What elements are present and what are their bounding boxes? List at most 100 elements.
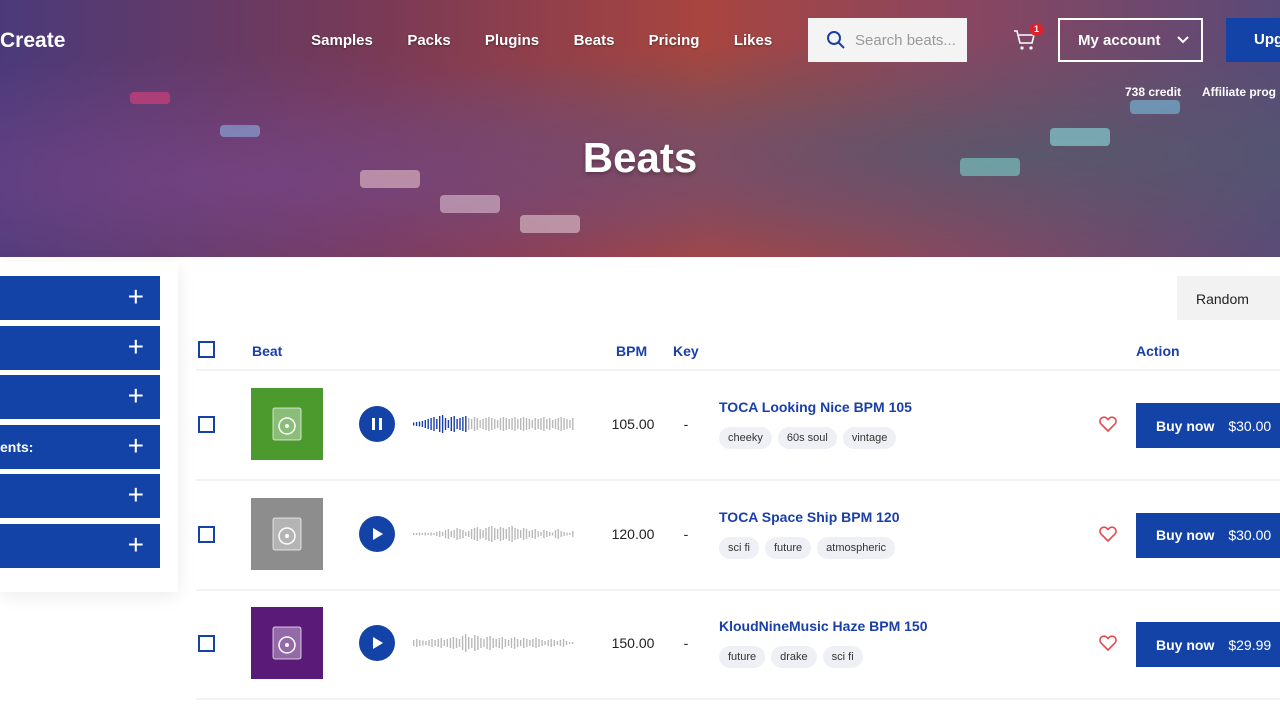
tag[interactable]: atmospheric (817, 536, 896, 559)
search-input[interactable]: Search beats... (808, 18, 967, 62)
price: $30.00 (1228, 527, 1272, 543)
waveform-bar (433, 532, 435, 535)
heart-icon[interactable] (1099, 635, 1117, 651)
select-all-checkbox[interactable] (198, 341, 215, 358)
nav-packs[interactable]: Packs (407, 32, 450, 49)
logo[interactable]: Create (0, 29, 65, 53)
nav-samples[interactable]: Samples (311, 32, 373, 49)
waveform-bar (474, 635, 476, 651)
waveform-bar (453, 416, 455, 432)
waveform-bar (422, 640, 424, 646)
tag[interactable]: future (765, 536, 812, 559)
waveform-bar (425, 641, 427, 645)
waveform[interactable] (413, 414, 575, 434)
tag[interactable]: 60s soul (777, 427, 837, 449)
credit-link[interactable]: 738 credit (1125, 85, 1181, 99)
tag[interactable]: future (719, 646, 766, 668)
waveform-bar (535, 638, 537, 648)
waveform-bar (494, 527, 496, 540)
tag[interactable]: drake (771, 646, 817, 668)
waveform-bar (557, 418, 559, 430)
tag[interactable]: cheeky (719, 427, 772, 449)
filter-accordion-1[interactable]: + (0, 326, 160, 370)
filter-accordion-5[interactable]: + (0, 524, 160, 568)
waveform-bar (502, 527, 505, 540)
waveform-bar (434, 640, 436, 646)
waveform-bar (517, 419, 519, 429)
beat-title[interactable]: KloudNineMusic Haze BPM 150 (719, 618, 928, 634)
waveform-bar (537, 419, 539, 429)
waveform-bar (433, 417, 435, 431)
bpm-value: 120.00 (611, 525, 655, 542)
waveform-bar (488, 526, 490, 541)
nav-beats[interactable]: Beats (574, 32, 615, 49)
heart-icon[interactable] (1099, 416, 1117, 432)
waveform-bar (470, 528, 473, 539)
waveform-bar (525, 528, 528, 539)
waveform-bar (427, 532, 429, 535)
waveform-bar (562, 639, 565, 647)
heart-icon[interactable] (1099, 525, 1117, 542)
tag[interactable]: sci fi (822, 646, 863, 668)
buy-now-button[interactable]: Buy now $30.00 (1136, 403, 1280, 448)
beat-artwork[interactable] (251, 388, 323, 460)
beat-artwork[interactable] (251, 607, 323, 679)
account-dropdown[interactable]: My account (1058, 18, 1203, 62)
waveform-bar (557, 528, 559, 539)
play-button[interactable] (359, 515, 395, 552)
tag[interactable]: vintage (842, 427, 897, 449)
row-checkbox[interactable] (198, 635, 215, 652)
key-value: - (683, 635, 689, 651)
upgrade-button[interactable]: Upg (1226, 18, 1280, 62)
waveform-bar (489, 636, 491, 650)
buy-now-button[interactable]: Buy now $29.99 (1136, 622, 1280, 667)
beat-artwork[interactable] (251, 497, 323, 570)
filter-accordion-3[interactable]: ents: + (0, 425, 160, 469)
account-label: My account (1078, 31, 1161, 49)
waveform-bar (449, 638, 452, 648)
bpm-value: 150.00 (611, 635, 655, 651)
waveform[interactable] (413, 633, 575, 653)
play-button[interactable] (359, 406, 395, 442)
waveform-bar (528, 530, 531, 537)
beat-title[interactable]: TOCA Space Ship BPM 120 (719, 509, 900, 525)
beat-title[interactable]: TOCA Looking Nice BPM 105 (719, 399, 912, 415)
waveform-bar (516, 639, 519, 647)
sort-dropdown[interactable]: Random (1177, 276, 1280, 320)
waveform-bar (550, 639, 552, 647)
waveform-bar (520, 418, 522, 430)
waveform-bar (551, 532, 554, 535)
waveform-bar (543, 529, 545, 538)
waveform-bar (436, 531, 438, 536)
waveform-bar (563, 531, 565, 536)
waveform-bar (470, 419, 473, 429)
waveform-bar (416, 639, 418, 647)
bpm-value: 105.00 (611, 416, 655, 432)
waveform-bar (450, 417, 452, 431)
header-bpm: BPM (616, 343, 648, 359)
filter-accordion-2[interactable]: + (0, 375, 160, 419)
waveform-bar (482, 529, 484, 538)
search-placeholder: Search beats... (855, 31, 956, 49)
waveform-bar (443, 640, 445, 646)
waveform-bar (569, 532, 571, 535)
waveform[interactable] (413, 524, 575, 544)
waveform-bar (430, 418, 432, 430)
row-checkbox[interactable] (198, 416, 215, 433)
waveform-bar (566, 419, 568, 429)
cart-button[interactable]: 1 (1013, 23, 1043, 57)
divider (196, 369, 1280, 371)
nav-pricing[interactable]: Pricing (649, 32, 700, 49)
waveform-bar (437, 639, 439, 647)
filter-accordion-0[interactable]: + (0, 276, 160, 320)
play-button[interactable] (359, 625, 395, 661)
tag[interactable]: sci fi (719, 536, 759, 559)
row-checkbox[interactable] (198, 525, 215, 543)
buy-now-button[interactable]: Buy now $30.00 (1136, 512, 1280, 558)
affiliate-link[interactable]: Affiliate prog (1202, 85, 1276, 99)
nav-plugins[interactable]: Plugins (485, 32, 539, 49)
filter-accordion-4[interactable]: + (0, 474, 160, 518)
nav-likes[interactable]: Likes (734, 32, 772, 49)
waveform-bar (514, 417, 516, 431)
waveform-bar (424, 532, 426, 535)
